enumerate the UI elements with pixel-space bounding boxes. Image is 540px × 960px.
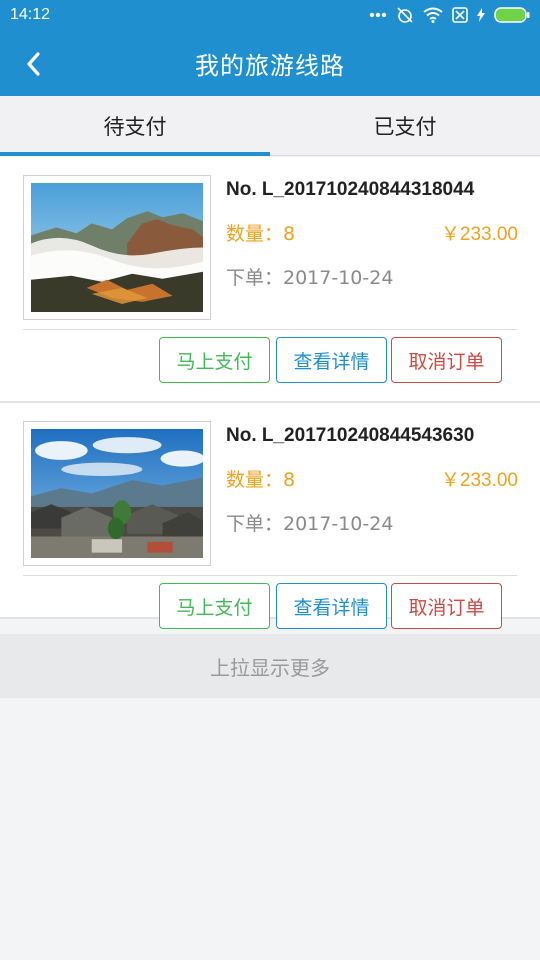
order-number: No. L_201710240844318044 — [226, 179, 475, 200]
pay-now-button[interactable]: 马上支付 — [159, 583, 270, 629]
order-quantity: 数量：8 — [226, 223, 296, 245]
mountain-clouds-image — [31, 183, 203, 312]
pay-now-button[interactable]: 马上支付 — [159, 337, 270, 383]
order-date: 下单：2017-10-24 — [226, 513, 394, 535]
charging-icon — [477, 8, 485, 22]
order-list: No. L_201710240844318044 数量：8 ￥233.00 下单… — [0, 157, 540, 629]
order-price: ￥233.00 — [440, 224, 518, 245]
view-details-button[interactable]: 查看详情 — [276, 583, 387, 629]
order-thumbnail[interactable] — [23, 175, 211, 320]
order-card: No. L_201710240844543630 数量：8 ￥233.00 下单… — [0, 403, 540, 629]
divider — [23, 575, 517, 576]
more-dots-icon — [369, 12, 387, 18]
chevron-left-icon — [27, 52, 40, 76]
battery-icon — [494, 7, 530, 23]
tab-paid[interactable]: 已支付 — [270, 96, 540, 155]
divider — [23, 329, 517, 330]
load-more-button[interactable]: 上拉显示更多 — [0, 634, 540, 698]
alarm-off-icon — [396, 6, 414, 24]
cancel-order-button[interactable]: 取消订单 — [391, 583, 502, 629]
back-button[interactable] — [14, 44, 54, 84]
order-quantity: 数量：8 — [226, 469, 296, 491]
old-town-image — [31, 429, 203, 558]
order-number: No. L_201710240844543630 — [226, 425, 475, 446]
order-price: ￥233.00 — [440, 470, 518, 491]
app-header: 我的旅游线路 — [0, 30, 540, 96]
cancel-order-button[interactable]: 取消订单 — [391, 337, 502, 383]
order-tabs: 待支付 已支付 — [0, 96, 540, 156]
status-icons — [369, 6, 530, 24]
page-title: 我的旅游线路 — [195, 51, 345, 80]
order-card: No. L_201710240844318044 数量：8 ￥233.00 下单… — [0, 157, 540, 403]
no-sim-icon — [452, 7, 468, 23]
order-date: 下单：2017-10-24 — [226, 267, 394, 289]
status-bar: 14:12 — [0, 0, 540, 30]
wifi-icon — [423, 7, 443, 23]
order-thumbnail[interactable] — [23, 421, 211, 566]
status-time: 14:12 — [10, 6, 51, 23]
view-details-button[interactable]: 查看详情 — [276, 337, 387, 383]
tab-unpaid[interactable]: 待支付 — [0, 96, 270, 156]
